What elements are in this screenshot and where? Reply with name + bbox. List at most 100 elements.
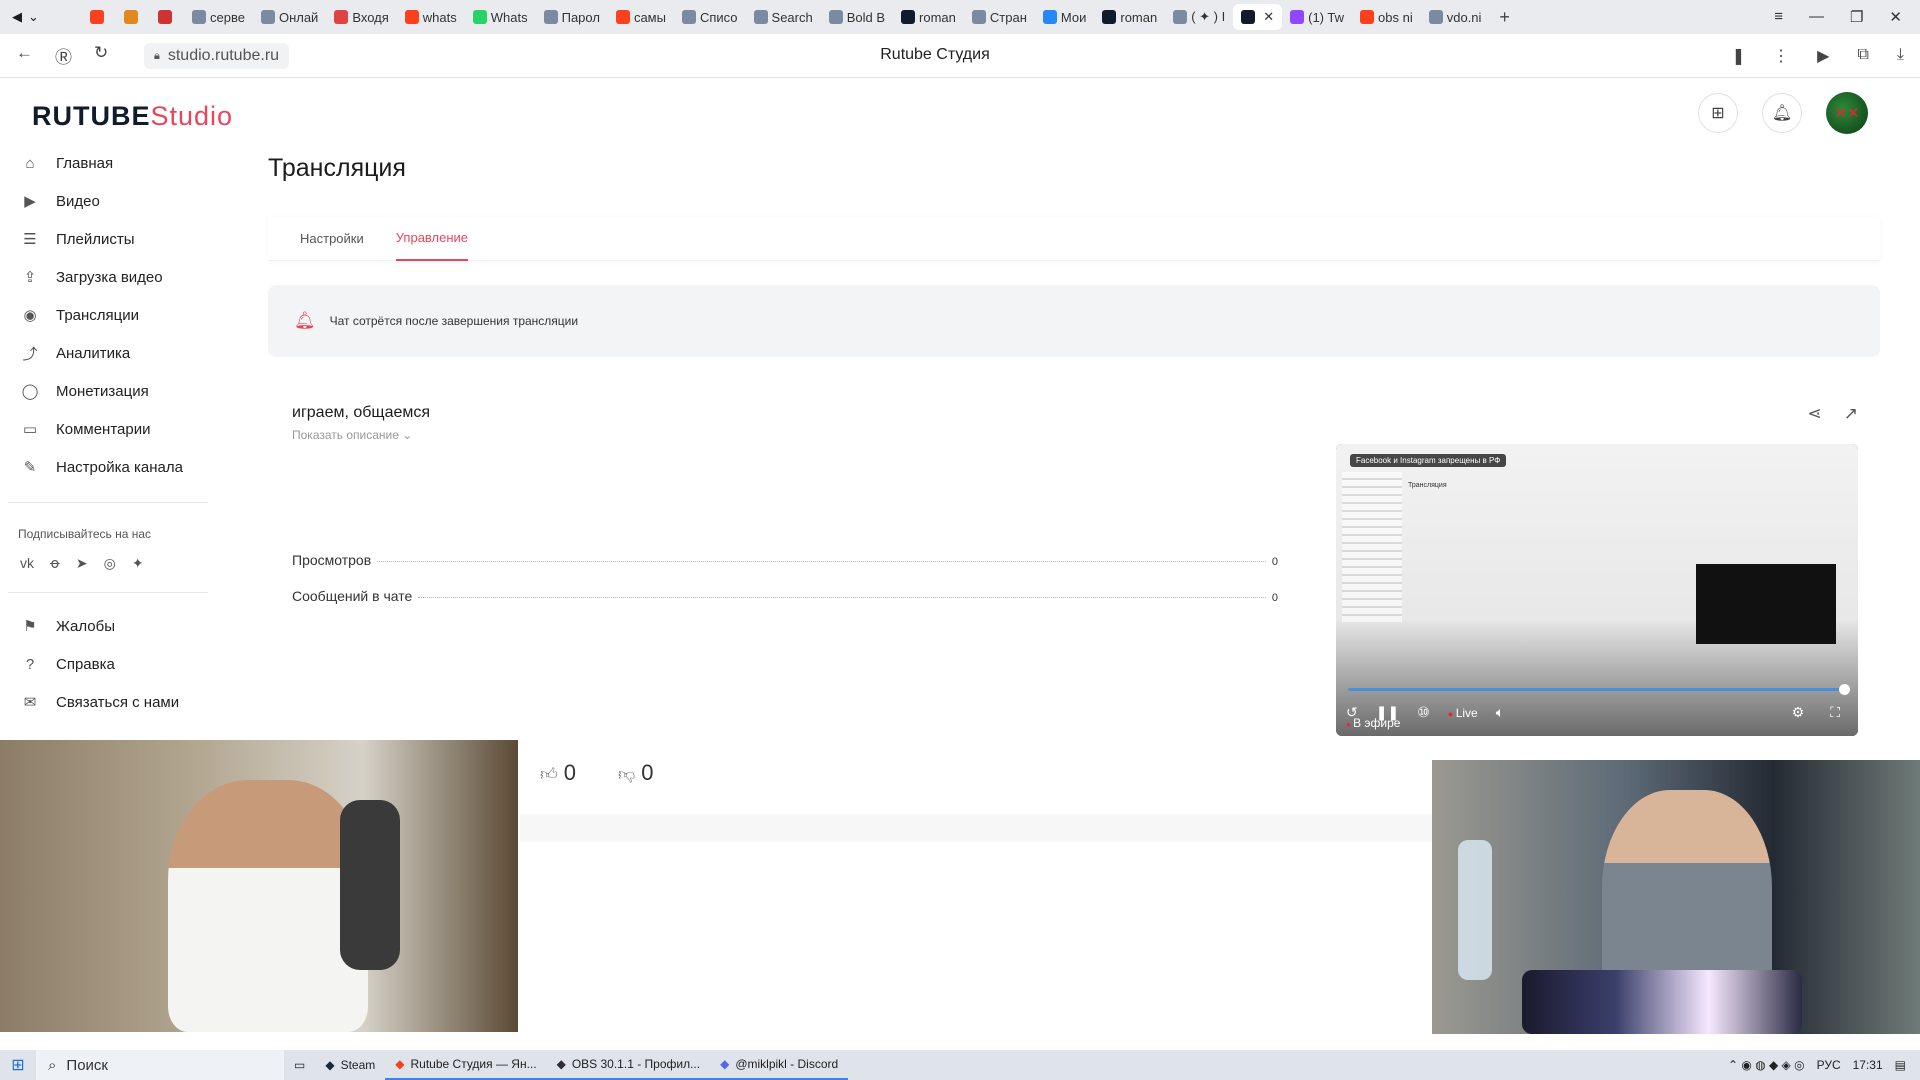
sidebar-item[interactable]: ✉ Связаться с нами: [0, 683, 220, 721]
add-content-button[interactable]: ⊞: [1698, 93, 1738, 133]
browser-tab[interactable]: Search: [746, 4, 821, 30]
browser-tab[interactable]: whats: [397, 4, 465, 30]
player-progress-bar[interactable]: [1348, 684, 1850, 695]
browser-tab[interactable]: Входя: [326, 4, 396, 30]
sidebar-item[interactable]: ⚑ Жалобы: [0, 607, 220, 645]
upload-icon: ⇪: [23, 269, 37, 286]
stream-title: играем, общаемся: [292, 404, 431, 421]
player-preview-title: Трансляция: [1408, 482, 1447, 489]
browser-tab-label: самы: [633, 9, 666, 25]
sidebar-item[interactable]: ⇪ Загрузка видео: [0, 258, 220, 296]
sidebar-item[interactable]: ✎ Настройка канала: [0, 448, 220, 486]
browser-tab[interactable]: ( ✦ ) I: [1165, 4, 1233, 30]
sidebar-item[interactable]: ▭ Комментарии: [0, 410, 220, 448]
progress-knob[interactable]: [1839, 684, 1850, 695]
browser-tab[interactable]: roman: [893, 4, 964, 30]
tray-icons[interactable]: ⌃ ◉ ◍ ◆ ◈ ◎: [1728, 1058, 1805, 1072]
vk-icon[interactable]: vk: [20, 555, 34, 572]
telegram-icon[interactable]: ➤: [76, 555, 88, 572]
browser-tab[interactable]: Списо: [674, 4, 746, 30]
avatar[interactable]: ✕✕: [1826, 92, 1868, 134]
browser-tab[interactable]: Онлай: [253, 4, 326, 30]
media-icon[interactable]: ▶: [1817, 46, 1829, 66]
browser-menu-icon[interactable]: ≡: [1774, 8, 1783, 26]
browser-tab[interactable]: [116, 4, 150, 30]
sidebar-item[interactable]: ? Справка: [0, 645, 220, 683]
browser-tab[interactable]: [82, 4, 116, 30]
thumbs-down-icon: 👎︎: [618, 765, 636, 784]
chevron-down-icon: ⌄: [402, 428, 413, 442]
browser-tab-label: серве: [210, 9, 245, 25]
sidebar-item-label: Справка: [56, 655, 115, 673]
tab-list-chevron-icon[interactable]: ⌄: [28, 9, 39, 25]
bookmark-icon[interactable]: ❚: [1732, 46, 1745, 66]
rutube-studio-logo[interactable]: RUTUBEStudio: [32, 101, 233, 132]
taskbar-search[interactable]: ⌕ Поиск: [36, 1050, 284, 1080]
video-player[interactable]: Трансляция Facebook и Instagram запрещен…: [1336, 444, 1858, 736]
minimize-icon[interactable]: —: [1809, 8, 1824, 26]
share-icon[interactable]: ⋖: [1808, 404, 1822, 424]
browser-tab[interactable]: серве: [184, 4, 253, 30]
close-tab-icon[interactable]: ✕: [1263, 9, 1274, 25]
plus-square-icon: ⊞: [1711, 105, 1725, 122]
settings-gear-icon[interactable]: ⚙: [1792, 704, 1805, 721]
dislike-button[interactable]: 👎︎ 0: [618, 760, 654, 786]
page-tab[interactable]: Управление: [395, 217, 469, 261]
like-button[interactable]: 👍︎ 0: [540, 760, 576, 786]
notifications-button[interactable]: 🔔︎: [1762, 93, 1802, 133]
browser-tab[interactable]: roman: [1094, 4, 1165, 30]
sidebar-item[interactable]: ⤴ Аналитика: [0, 334, 220, 372]
show-description-toggle[interactable]: Показать описание ⌄: [292, 428, 412, 442]
search-icon: ⌕: [48, 1056, 57, 1074]
notifications-tray-icon[interactable]: ▤: [1895, 1058, 1906, 1072]
sidebar-item[interactable]: ⌂ Главная: [0, 144, 220, 182]
browser-tab[interactable]: Whats: [465, 4, 536, 30]
page-tab[interactable]: Настройки: [300, 217, 364, 261]
volume-icon[interactable]: 🔈︎: [1496, 704, 1504, 721]
input-language[interactable]: РУС: [1817, 1058, 1841, 1072]
browser-tab[interactable]: самы: [608, 4, 674, 30]
windows-start-icon[interactable]: ⊞: [0, 1055, 36, 1075]
browser-tab[interactable]: Стран: [964, 4, 1035, 30]
download-icon[interactable]: ⤓: [1897, 46, 1904, 66]
extensions-icon[interactable]: ⧉: [1857, 46, 1868, 66]
open-external-icon[interactable]: ↗: [1844, 404, 1858, 424]
viber-icon[interactable]: ◎: [104, 555, 116, 572]
restore-icon[interactable]: ❐: [1850, 8, 1863, 26]
live-label[interactable]: Live: [1448, 706, 1478, 720]
monetization-icon: ◯: [21, 383, 39, 400]
sidebar-item-label: Видео: [56, 192, 100, 210]
browser-tab[interactable]: vdo.ni: [1421, 4, 1490, 30]
skip-10-icon[interactable]: ⑩: [1417, 704, 1430, 721]
windows-taskbar: ⊞ ⌕ Поиск ▭ ◆ Steam ◆ Rutube Студия — Ян...…: [0, 1050, 1920, 1080]
browser-tab[interactable]: obs ni: [1352, 4, 1421, 30]
dislike-count: 0: [641, 760, 654, 785]
tab-audio-icon[interactable]: ◀: [12, 9, 22, 25]
more-icon[interactable]: ⋮: [1773, 46, 1789, 66]
sidebar-item[interactable]: ◯ Монетизация: [0, 372, 220, 410]
fullscreen-icon[interactable]: ⛶: [1830, 704, 1840, 721]
taskbar-app-icon: ◆: [556, 1057, 566, 1071]
browser-tab[interactable]: Bold B: [821, 4, 893, 30]
sidebar-item[interactable]: ▶ Видео: [0, 182, 220, 220]
browser-tab[interactable]: [150, 4, 184, 30]
taskbar-app[interactable]: ◆ OBS 30.1.1 - Профил...: [546, 1050, 711, 1080]
browser-tab[interactable]: Мои: [1035, 4, 1094, 30]
taskbar-apps: ◆ Steam ◆ Rutube Студия — Ян... ◆ OBS 30.1.1 …: [315, 1050, 849, 1080]
stat-dots: [377, 561, 1266, 562]
close-window-icon[interactable]: ✕: [1889, 8, 1902, 26]
clock[interactable]: 17:31: [1853, 1058, 1883, 1072]
browser-tab[interactable]: Парол: [536, 4, 608, 30]
sidebar-item[interactable]: ☰ Плейлисты: [0, 220, 220, 258]
ok-icon[interactable]: ꝋ: [50, 555, 60, 572]
taskbar-app[interactable]: ◆ Steam: [315, 1050, 385, 1080]
new-tab-icon[interactable]: +: [1489, 7, 1520, 28]
taskbar-app[interactable]: ◆ @miklpikl - Discord: [710, 1050, 849, 1080]
browser-tab[interactable]: ✕: [1233, 4, 1283, 30]
taskbar-app[interactable]: ◆ Rutube Студия — Ян...: [385, 1050, 547, 1080]
more-social-icon[interactable]: ✦: [132, 555, 144, 572]
person-figure: [168, 780, 368, 1032]
sidebar-item[interactable]: ◉ Трансляции: [0, 296, 220, 334]
browser-tab[interactable]: (1) Tw: [1282, 4, 1352, 30]
file-explorer-icon[interactable]: ▭: [284, 1050, 315, 1080]
